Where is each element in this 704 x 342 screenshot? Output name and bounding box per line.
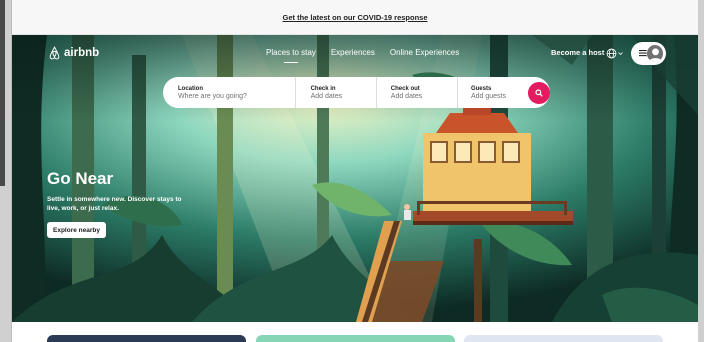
covid-banner: Get the latest on our COVID-19 response [12,0,698,35]
airbnb-wordmark: airbnb [64,47,100,59]
hero-section: airbnb Places to stay Experiences Online… [12,35,698,322]
check-in-value: Add dates [310,92,343,100]
search-button[interactable] [528,81,550,104]
tab-experiences[interactable]: Experiences [331,48,375,57]
guests-label: Guests [470,85,492,92]
airbnb-belo-icon [49,46,60,60]
user-menu-button[interactable] [631,42,666,65]
category-card[interactable] [256,335,455,342]
location-label: Location [178,85,203,92]
tab-places-to-stay[interactable]: Places to stay [266,48,316,63]
category-card[interactable] [47,335,246,342]
window-left-edge [0,0,12,342]
user-avatar-icon [646,45,663,62]
chevron-down-icon [618,51,623,55]
category-cards [12,322,698,342]
hero-subtitle: Settle in somewhere new. Discover stays … [47,196,182,212]
covid-response-link[interactable]: Get the latest on our COVID-19 response [282,13,427,22]
airbnb-page: Get the latest on our COVID-19 response [12,0,698,342]
globe-icon [606,48,617,58]
check-out-field[interactable]: Check out Add dates [377,77,458,108]
check-out-value: Add dates [390,92,423,100]
location-input[interactable]: Where are you going? [178,93,295,100]
airbnb-logo[interactable]: airbnb [48,46,99,60]
hamburger-icon [639,50,647,57]
language-button[interactable] [606,47,624,59]
hero-title: Go Near [47,169,114,188]
check-in-field[interactable]: Check in Add dates [296,77,377,108]
guests-field[interactable]: Guests Add guests [458,77,528,108]
explore-nearby-button[interactable]: Explore nearby [47,222,106,238]
search-bar: Location Where are you going? Check in A… [163,77,550,108]
nav-tabs: Places to stay Experiences Online Experi… [266,48,459,63]
window-edge-handle [0,0,5,186]
check-in-label: Check in [310,85,336,92]
search-icon [535,88,543,97]
top-nav: airbnb Places to stay Experiences Online… [12,35,698,75]
tab-online-experiences[interactable]: Online Experiences [390,48,459,57]
become-a-host-link[interactable]: Become a host [551,48,604,57]
category-card[interactable] [464,335,663,342]
location-field[interactable]: Location Where are you going? [178,77,296,108]
check-out-label: Check out [390,85,420,92]
window-right-edge [698,0,704,342]
guests-value: Add guests [470,92,506,100]
